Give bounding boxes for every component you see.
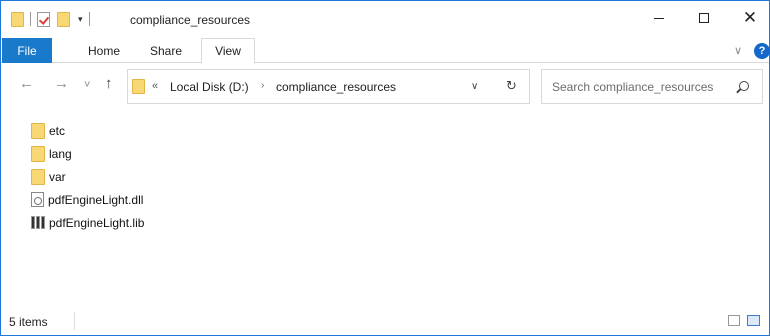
- minimize-button[interactable]: [636, 1, 682, 35]
- recent-locations-button[interactable]: ˅: [84, 79, 90, 91]
- folder-icon: [132, 79, 145, 94]
- close-icon: ✕: [742, 8, 758, 27]
- lib-file-icon: [31, 216, 45, 229]
- up-button[interactable]: ↑: [105, 75, 113, 92]
- toolbar-divider: [30, 12, 31, 26]
- customize-toolbar-dropdown-icon[interactable]: ▾: [78, 14, 83, 25]
- address-dropdown-icon[interactable]: ∨: [471, 81, 478, 92]
- search-input[interactable]: Search compliance_resources: [552, 80, 713, 94]
- address-bar[interactable]: « Local Disk (D:) › compliance_resources…: [127, 69, 530, 104]
- help-icon[interactable]: ?: [754, 43, 770, 59]
- folder-icon[interactable]: [11, 11, 24, 27]
- large-icons-view-icon[interactable]: [747, 315, 760, 326]
- list-item[interactable]: pdfEngineLight.lib: [31, 211, 144, 234]
- maximize-icon: [699, 13, 709, 23]
- maximize-button[interactable]: [681, 1, 727, 35]
- explorer-window: ▾ compliance_resources ✕ File Home Share…: [0, 0, 770, 336]
- minimize-icon: [654, 17, 664, 19]
- quick-access-toolbar: ▾: [11, 11, 96, 27]
- file-name: etc: [49, 123, 66, 138]
- folder-icon: [31, 145, 45, 162]
- breadcrumb-compliance-resources[interactable]: compliance_resources: [276, 80, 396, 94]
- breadcrumb-separator-icon[interactable]: ›: [261, 80, 264, 91]
- status-divider: [74, 312, 75, 330]
- item-count: 5 items: [9, 315, 48, 329]
- back-button[interactable]: ←: [19, 75, 34, 92]
- expand-ribbon-chevron-icon[interactable]: ∨: [734, 44, 742, 57]
- forward-button[interactable]: →: [54, 75, 69, 92]
- close-button[interactable]: ✕: [727, 1, 770, 35]
- list-item[interactable]: pdfEngineLight.dll: [31, 188, 144, 211]
- status-bar: 5 items: [1, 307, 769, 335]
- title-bar: ▾ compliance_resources ✕: [1, 1, 769, 35]
- properties-icon[interactable]: [37, 11, 50, 27]
- dll-file-icon: [31, 192, 44, 207]
- list-item[interactable]: etc: [31, 119, 144, 142]
- file-name: pdfEngineLight.lib: [49, 215, 145, 230]
- tab-share[interactable]: Share: [141, 38, 191, 63]
- list-item[interactable]: var: [31, 165, 144, 188]
- tab-home[interactable]: Home: [79, 38, 129, 63]
- breadcrumb-overflow-icon[interactable]: «: [152, 80, 158, 92]
- search-icon[interactable]: [739, 81, 749, 91]
- tab-file[interactable]: File: [2, 38, 52, 63]
- toolbar-divider: [88, 12, 90, 26]
- file-name: pdfEngineLight.dll: [48, 192, 144, 207]
- ribbon-tabs: File Home Share View ∨ ?: [1, 38, 770, 64]
- tab-view[interactable]: View: [201, 38, 255, 64]
- folder-icon: [31, 122, 45, 139]
- window-title: compliance_resources: [130, 13, 251, 27]
- file-name: var: [49, 169, 66, 184]
- file-name: lang: [49, 146, 72, 161]
- details-view-icon[interactable]: [728, 315, 740, 326]
- search-box[interactable]: Search compliance_resources: [541, 69, 763, 104]
- list-item[interactable]: lang: [31, 142, 144, 165]
- folder-icon: [31, 168, 45, 185]
- file-list: etc lang var pdfEngineLight.dll pdfEngin…: [31, 119, 144, 234]
- refresh-icon[interactable]: ↻: [506, 78, 517, 94]
- breadcrumb-local-disk[interactable]: Local Disk (D:): [170, 80, 249, 94]
- new-folder-icon[interactable]: [57, 11, 70, 27]
